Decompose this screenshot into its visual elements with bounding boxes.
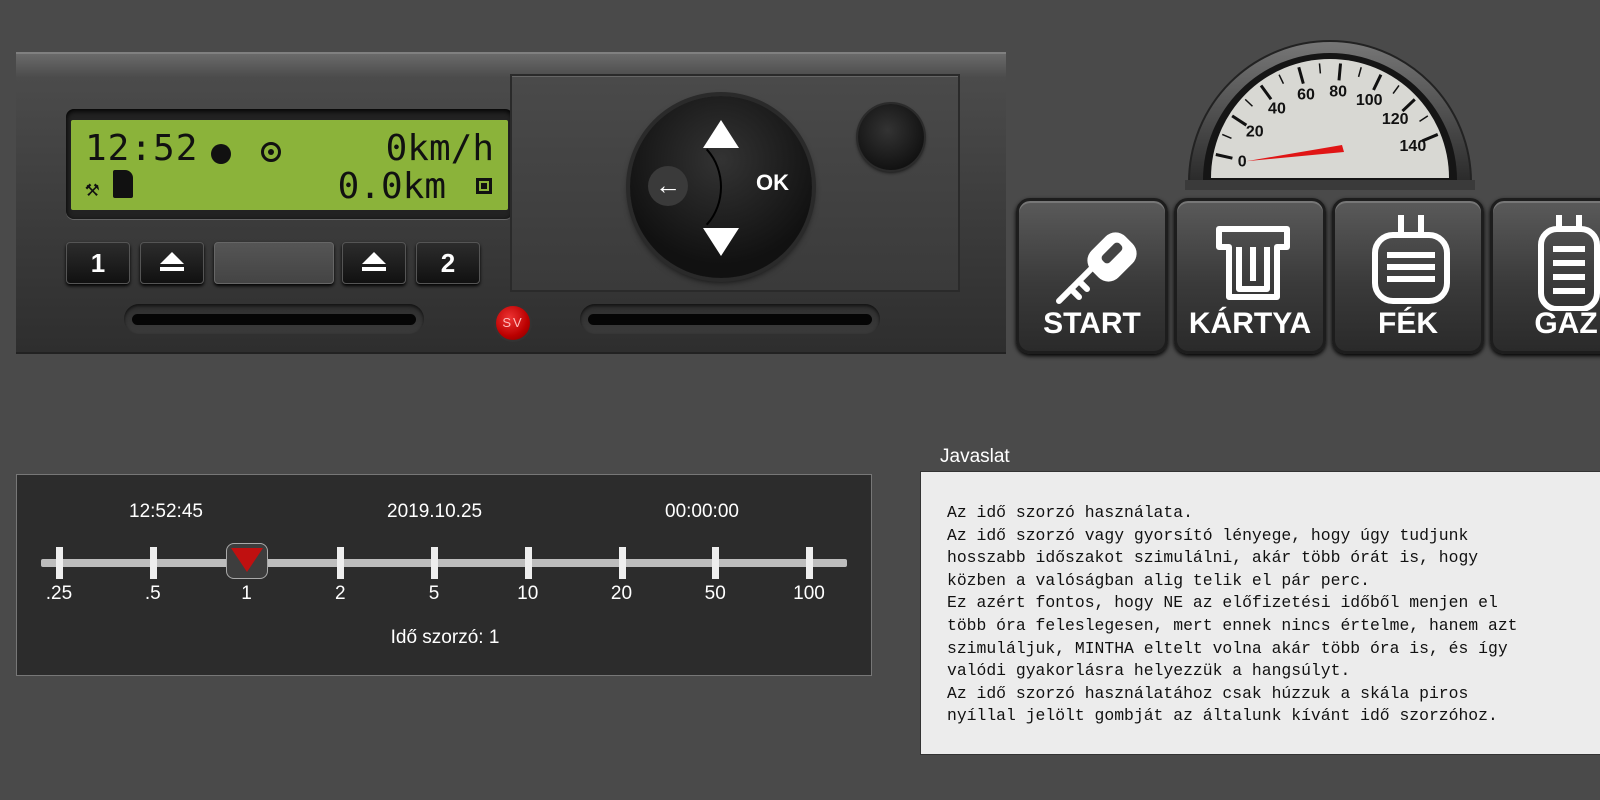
multiplier-tick [524, 547, 532, 579]
nav-up-button[interactable] [703, 120, 739, 148]
time-multiplier-panel: 12:52:45 2019.10.25 00:00:00 .25 .5 1 2 5 10 2… [16, 474, 872, 676]
eject1-button[interactable] [140, 242, 204, 284]
card-button[interactable]: KÁRTYA [1174, 198, 1326, 354]
suggestion-line: Az idő szorzó vagy gyorsító lényege, hog… [947, 525, 1469, 545]
sv-seal: SV [494, 304, 532, 342]
display-distance: 0.0km [337, 166, 446, 207]
start-button[interactable]: START [1016, 198, 1168, 354]
multiplier-tick [712, 547, 720, 579]
gas-label: GÁZ [1534, 307, 1598, 340]
suggestion-line: közben a valóságban alig telik el pár pe… [947, 570, 1370, 590]
speed-scale-label: 120 [1382, 111, 1409, 128]
suggestion-line: szimuláljuk, MINTHA eltelt volna akár tö… [947, 638, 1508, 658]
multiplier-tick-label: 5 [428, 583, 440, 604]
card-slot-2[interactable] [580, 304, 880, 334]
card-slot-icon [113, 170, 133, 198]
suggestion-line: Ez azért fontos, hogy NE az előfizetési … [947, 593, 1498, 613]
nav-down-button[interactable] [703, 228, 739, 256]
tachograph-unit: 12:52 0km/h ⚒ 0.0km 1 2 SV ← OK [16, 52, 1006, 354]
start-label: START [1043, 307, 1141, 340]
gas-pedal-icon [1538, 215, 1600, 311]
speed-scale-label: 80 [1329, 83, 1347, 100]
gas-button[interactable]: GÁZ [1490, 198, 1600, 354]
multiplier-clock: 12:52:45 [129, 501, 203, 522]
activity-icon [261, 142, 281, 162]
suggestion-line: Az idő szorzó használata. [947, 503, 1193, 522]
display-time: 12:52 [85, 128, 199, 169]
nav-back-button[interactable]: ← [648, 166, 688, 206]
multiplier-elapsed: 00:00:00 [665, 501, 739, 522]
suggestion-line: valódi gyakorlásra helyezzük a hangsúlyt… [947, 661, 1351, 681]
card-label: KÁRTYA [1188, 307, 1312, 340]
round-knob[interactable] [858, 104, 924, 170]
multiplier-tick-label: 2 [334, 583, 346, 604]
control-panel: ← OK [510, 74, 960, 292]
suggestion-line: több óra feleslegesen, mert ennek nincs … [947, 615, 1518, 635]
speed-tick [1318, 63, 1322, 74]
card-slot-1[interactable] [124, 304, 424, 334]
blank-button[interactable] [214, 242, 334, 284]
speed-tick [1337, 63, 1343, 81]
suggestion-line: nyíllal jelölt gombját az általunk kíván… [947, 706, 1498, 726]
multiplier-tick [806, 547, 813, 579]
driver2-button[interactable]: 2 [416, 242, 480, 284]
multiplier-tick [618, 547, 626, 579]
multiplier-tick-label: 50 [704, 583, 726, 604]
status-box-icon [476, 178, 492, 194]
multiplier-tick-label: 100 [793, 583, 825, 604]
multiplier-tick [56, 547, 63, 579]
multiplier-tick-label: .5 [144, 583, 161, 604]
eject-icon [361, 252, 387, 274]
suggestion-box: Az idő szorzó használata. Az idő szorzó v… [920, 471, 1600, 755]
driver1-button[interactable]: 1 [66, 242, 130, 284]
multiplier-tick-label: 10 [517, 583, 539, 604]
multiplier-tick-label: 20 [610, 583, 633, 604]
multiplier-tick-label: .25 [45, 583, 73, 604]
multiplier-handle[interactable] [225, 543, 268, 579]
multiplier-tick-label: 1 [241, 583, 252, 604]
work-mode-icon: ⚒ [85, 174, 100, 202]
eject2-button[interactable] [342, 242, 406, 284]
multiplier-tick [337, 547, 345, 579]
multiplier-date: 2019.10.25 [387, 501, 483, 522]
nav-ok-button[interactable]: OK [756, 170, 789, 196]
suggestion-line: hosszabb időszakot szimulálni, akár több… [947, 548, 1479, 568]
multiplier-caption: Idő szorzó: 1 [390, 627, 500, 648]
speed-scale-label: 60 [1297, 86, 1315, 103]
speed-scale-label: 0 [1238, 153, 1247, 170]
multiplier-track[interactable] [41, 559, 847, 567]
multiplier-tick [431, 547, 438, 579]
key-icon [1056, 232, 1137, 304]
brake-pedal-icon [1372, 215, 1450, 304]
card-icon [1216, 226, 1290, 300]
multiplier-tick [149, 547, 157, 579]
brake-button[interactable]: FÉK [1332, 198, 1484, 354]
eject-icon [159, 252, 185, 274]
suggestion-title: Javaslat [940, 446, 1010, 467]
tachograph-display: 12:52 0km/h ⚒ 0.0km [71, 120, 508, 210]
brake-label: FÉK [1378, 307, 1438, 340]
speed-scale-label: 100 [1356, 92, 1383, 109]
navigation-pad: ← OK [630, 96, 812, 278]
driving-indicator-icon [211, 144, 231, 164]
speed-scale-label: 140 [1400, 138, 1427, 155]
suggestion-line: Az idő szorzó használatához csak húzzuk … [947, 683, 1469, 703]
suggestion-text: Az idő szorzó használata. Az idő szorzó v… [947, 502, 1600, 728]
speed-scale-label: 20 [1246, 124, 1264, 141]
speed-scale-label: 40 [1268, 100, 1286, 117]
display-speed: 0km/h [385, 128, 494, 169]
speedometer: 0 2040 60 80 100 120 140 [1185, 40, 1475, 190]
